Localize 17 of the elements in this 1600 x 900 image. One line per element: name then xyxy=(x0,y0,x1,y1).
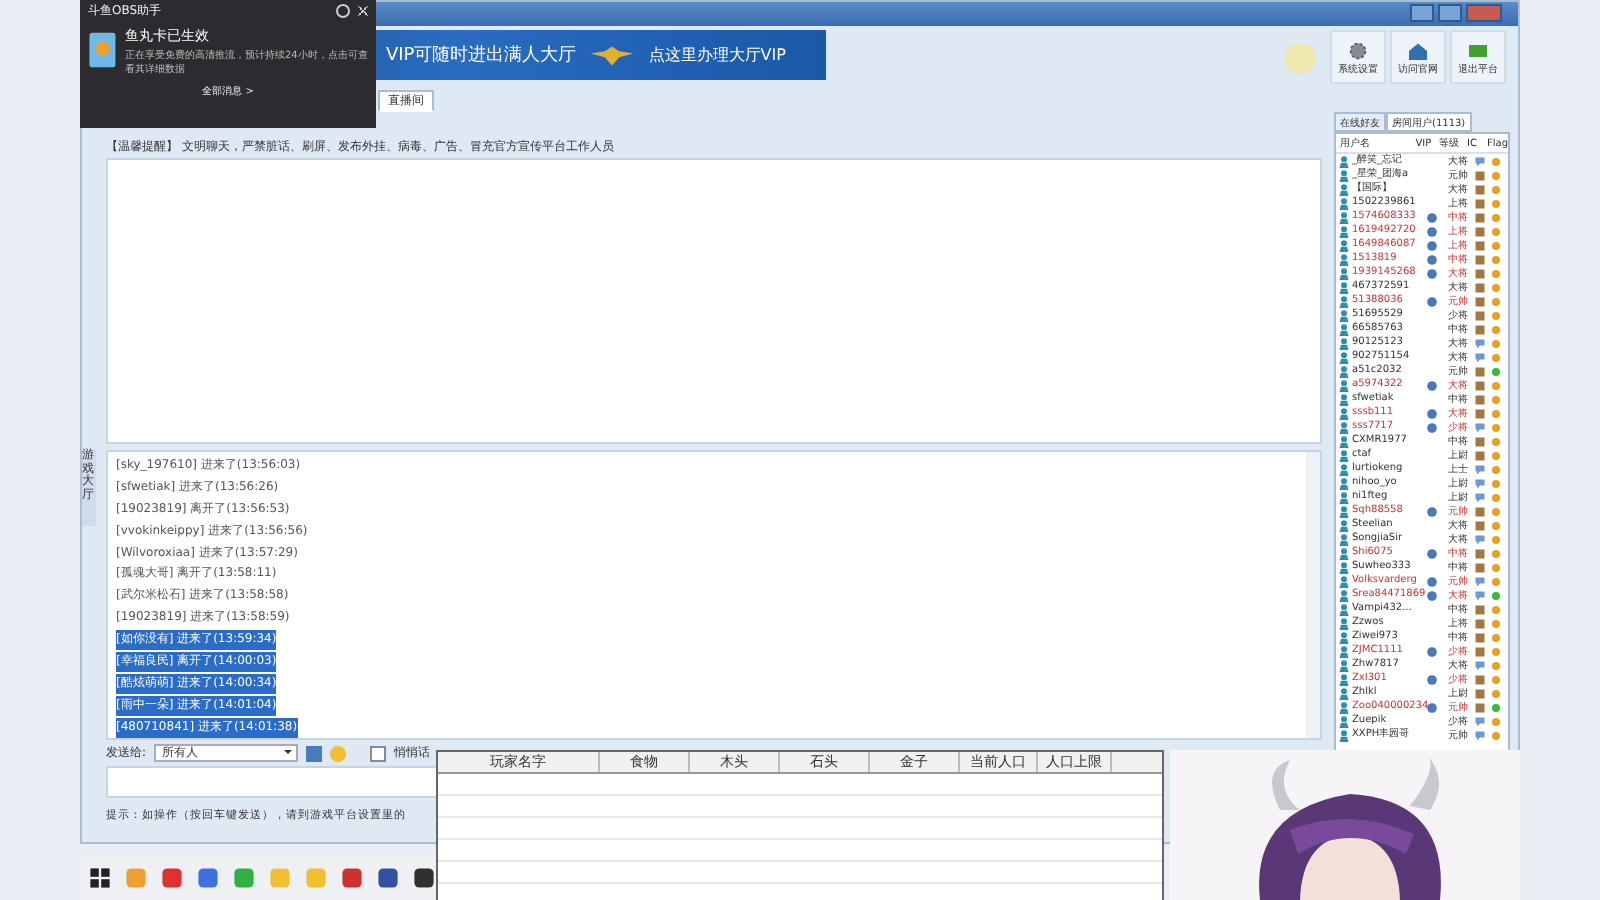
gear-icon xyxy=(1346,39,1370,61)
help-icon[interactable] xyxy=(336,4,350,18)
font-icon[interactable] xyxy=(306,745,323,761)
banner-link[interactable]: 点这里办理大厅VIP xyxy=(648,44,786,66)
windows-start-icon[interactable] xyxy=(88,866,112,890)
maximize-icon[interactable] xyxy=(1438,4,1462,22)
message-input[interactable] xyxy=(106,766,438,798)
app-icon[interactable] xyxy=(412,866,436,890)
smiley-icon[interactable] xyxy=(330,745,347,761)
scrollbar[interactable] xyxy=(1306,452,1320,738)
close-icon[interactable] xyxy=(358,6,368,16)
whisper-checkbox[interactable] xyxy=(370,745,387,761)
app-icon[interactable] xyxy=(376,866,400,890)
banner-headline: VIP可随时进出满人大厅 xyxy=(386,43,577,68)
minimize-icon[interactable] xyxy=(1410,4,1434,22)
house-icon xyxy=(1406,39,1430,61)
exit-icon xyxy=(1466,39,1490,61)
